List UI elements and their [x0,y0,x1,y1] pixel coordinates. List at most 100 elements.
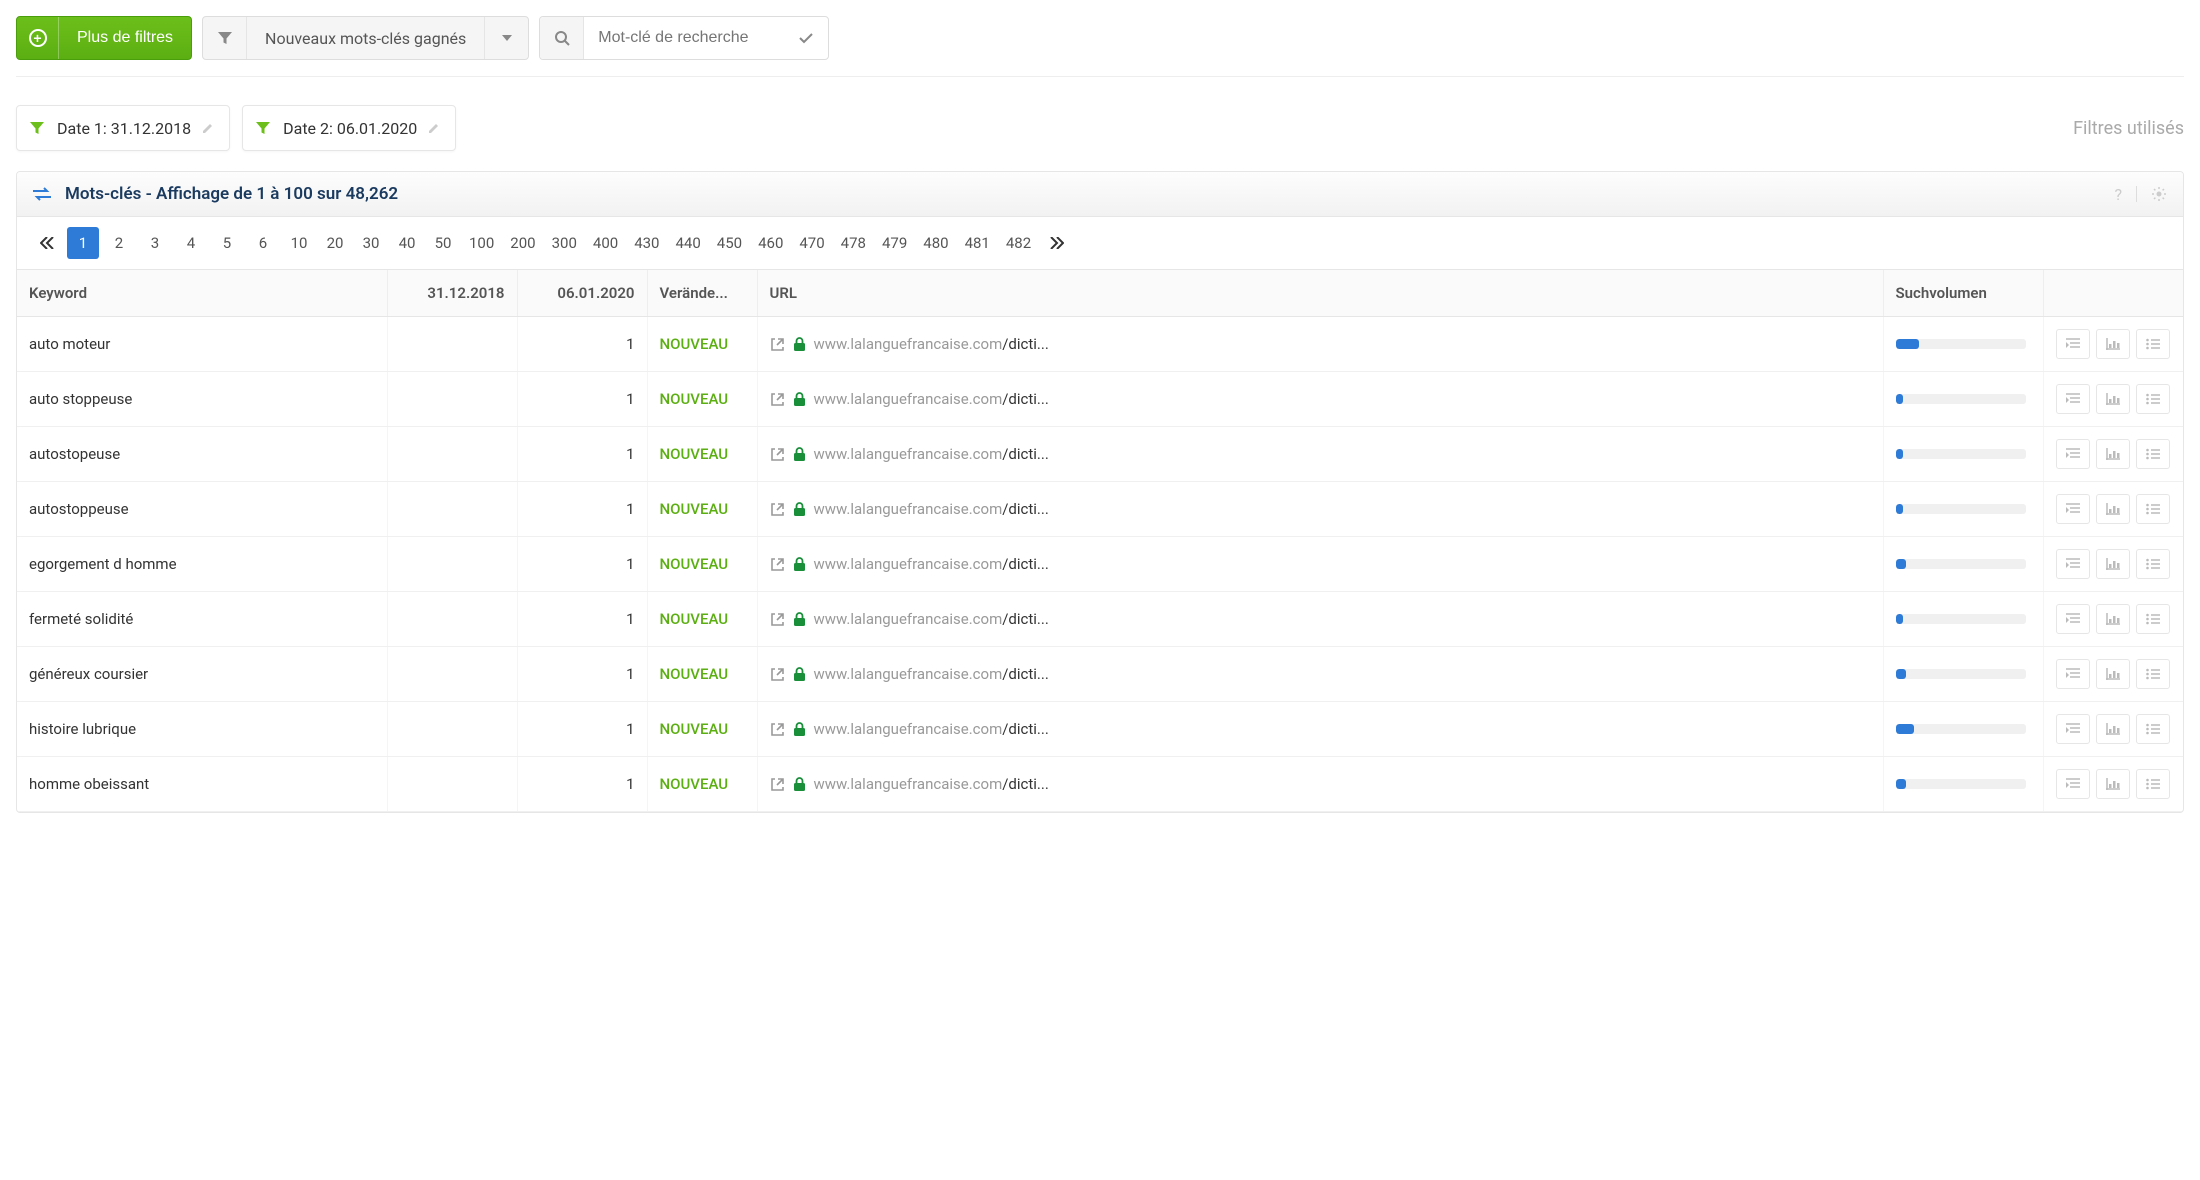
col-date1[interactable]: 31.12.2018 [387,270,517,317]
page-4[interactable]: 4 [175,227,207,259]
page-450[interactable]: 450 [711,227,748,259]
page-482[interactable]: 482 [1000,227,1037,259]
page-430[interactable]: 430 [628,227,665,259]
indent-icon[interactable] [2056,659,2090,689]
external-link-icon[interactable] [770,777,785,792]
search-submit-icon[interactable] [784,17,828,59]
chart-icon[interactable] [2096,439,2130,469]
table-row: auto moteur 1 NOUVEAU www.lalanguefranca… [17,317,2183,372]
page-30[interactable]: 30 [355,227,387,259]
page-200[interactable]: 200 [504,227,541,259]
lock-icon [793,557,806,572]
page-478[interactable]: 478 [835,227,872,259]
pencil-icon[interactable] [427,121,441,135]
help-icon[interactable]: ? [2114,185,2122,204]
cell-url[interactable]: www.lalanguefrancaise.com/dicti... [757,592,1883,647]
page-300[interactable]: 300 [546,227,583,259]
keyword-type-dropdown[interactable]: Nouveaux mots-clés gagnés [202,16,529,60]
col-url[interactable]: URL [757,270,1883,317]
col-keyword[interactable]: Keyword [17,270,387,317]
page-1[interactable]: 1 [67,227,99,259]
page-460[interactable]: 460 [752,227,789,259]
page-440[interactable]: 440 [669,227,706,259]
cell-volume [1883,592,2043,647]
cell-url[interactable]: www.lalanguefrancaise.com/dicti... [757,317,1883,372]
page-40[interactable]: 40 [391,227,423,259]
page-100[interactable]: 100 [463,227,500,259]
chart-icon[interactable] [2096,604,2130,634]
cell-url[interactable]: www.lalanguefrancaise.com/dicti... [757,537,1883,592]
indent-icon[interactable] [2056,494,2090,524]
col-change[interactable]: Verände... [647,270,757,317]
chart-icon[interactable] [2096,549,2130,579]
page-480[interactable]: 480 [917,227,954,259]
page-3[interactable]: 3 [139,227,171,259]
indent-icon[interactable] [2056,549,2090,579]
chart-icon[interactable] [2096,659,2130,689]
cell-url[interactable]: www.lalanguefrancaise.com/dicti... [757,757,1883,812]
cell-volume [1883,702,2043,757]
cell-url[interactable]: www.lalanguefrancaise.com/dicti... [757,427,1883,482]
more-filters-button[interactable]: + Plus de filtres [16,16,192,60]
date1-filter[interactable]: Date 1: 31.12.2018 [16,105,230,151]
cell-keyword: homme obeissant [17,757,387,812]
external-link-icon[interactable] [770,612,785,627]
external-link-icon[interactable] [770,447,785,462]
gear-icon[interactable] [2151,186,2167,202]
list-icon[interactable] [2136,714,2170,744]
indent-icon[interactable] [2056,384,2090,414]
cell-url[interactable]: www.lalanguefrancaise.com/dicti... [757,372,1883,427]
col-date2[interactable]: 06.01.2020 [517,270,647,317]
external-link-icon[interactable] [770,502,785,517]
list-icon[interactable] [2136,604,2170,634]
list-icon[interactable] [2136,329,2170,359]
external-link-icon[interactable] [770,337,785,352]
external-link-icon[interactable] [770,392,785,407]
indent-icon[interactable] [2056,439,2090,469]
list-icon[interactable] [2136,549,2170,579]
external-link-icon[interactable] [770,667,785,682]
chart-icon[interactable] [2096,384,2130,414]
filters-used-label[interactable]: Filtres utilisés [2073,118,2184,139]
page-50[interactable]: 50 [427,227,459,259]
pencil-icon[interactable] [201,121,215,135]
external-link-icon[interactable] [770,722,785,737]
chart-icon[interactable] [2096,494,2130,524]
page-20[interactable]: 20 [319,227,351,259]
chart-icon[interactable] [2096,769,2130,799]
list-icon[interactable] [2136,384,2170,414]
page-481[interactable]: 481 [959,227,996,259]
cell-url[interactable]: www.lalanguefrancaise.com/dicti... [757,702,1883,757]
list-icon[interactable] [2136,659,2170,689]
cell-actions [2043,482,2183,537]
indent-icon[interactable] [2056,714,2090,744]
page-400[interactable]: 400 [587,227,624,259]
search-input[interactable] [584,29,784,47]
chart-icon[interactable] [2096,714,2130,744]
cell-keyword: egorgement d homme [17,537,387,592]
cell-url[interactable]: www.lalanguefrancaise.com/dicti... [757,647,1883,702]
page-479[interactable]: 479 [876,227,913,259]
date2-filter[interactable]: Date 2: 06.01.2020 [242,105,456,151]
page-2[interactable]: 2 [103,227,135,259]
indent-icon[interactable] [2056,329,2090,359]
page-first[interactable] [31,227,63,259]
external-link-icon[interactable] [770,557,785,572]
cell-actions [2043,757,2183,812]
page-5[interactable]: 5 [211,227,243,259]
col-volume[interactable]: Suchvolumen [1883,270,2043,317]
indent-icon[interactable] [2056,769,2090,799]
page-6[interactable]: 6 [247,227,279,259]
cell-actions [2043,427,2183,482]
swap-icon[interactable] [33,187,51,201]
chart-icon[interactable] [2096,329,2130,359]
page-last[interactable] [1041,227,1073,259]
cell-url[interactable]: www.lalanguefrancaise.com/dicti... [757,482,1883,537]
list-icon[interactable] [2136,769,2170,799]
list-icon[interactable] [2136,439,2170,469]
page-10[interactable]: 10 [283,227,315,259]
table-row: homme obeissant 1 NOUVEAU www.lalanguefr… [17,757,2183,812]
indent-icon[interactable] [2056,604,2090,634]
list-icon[interactable] [2136,494,2170,524]
page-470[interactable]: 470 [793,227,830,259]
